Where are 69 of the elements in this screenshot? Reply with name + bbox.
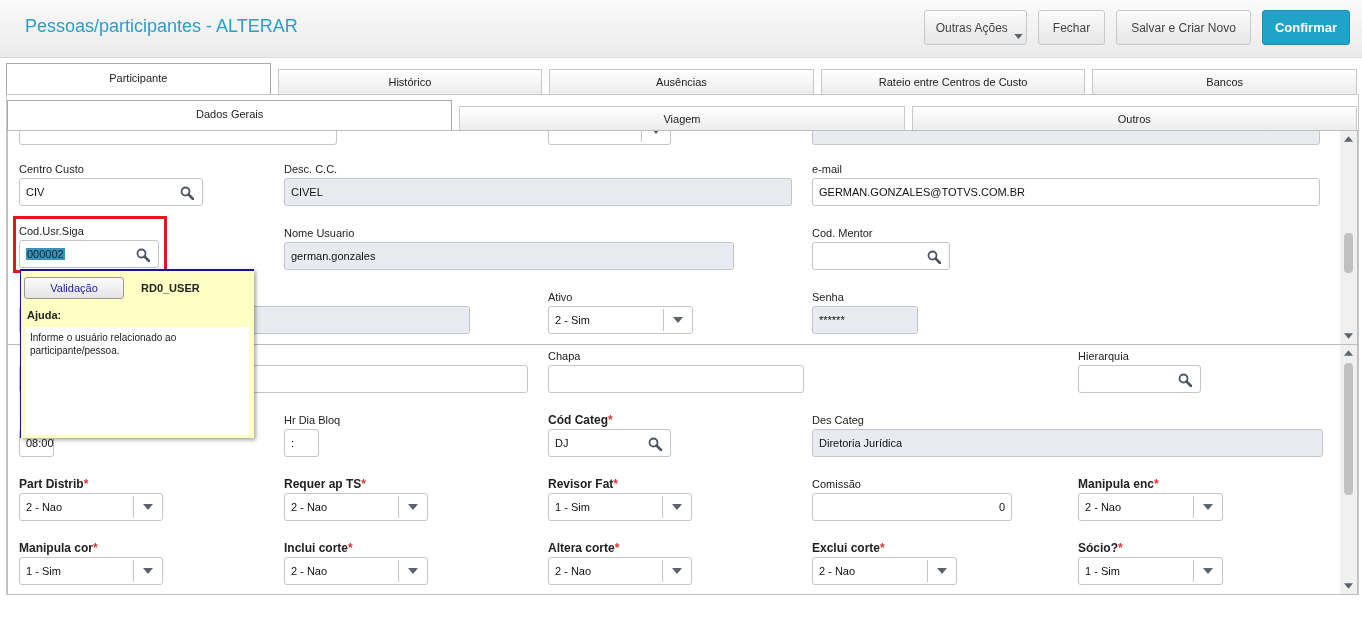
field-label: e-mail <box>812 163 842 175</box>
required-mark: * <box>1118 541 1123 555</box>
tab[interactable]: Outros <box>911 106 1357 130</box>
field-label: Requer ap TS <box>284 477 362 491</box>
required-mark: * <box>880 541 885 555</box>
field-label: Altera corte <box>548 541 615 555</box>
dropdown[interactable]: 2 - Nao <box>548 557 692 585</box>
required-mark: * <box>614 541 620 555</box>
field-label: Inclui corte <box>284 541 348 555</box>
field-code: RD0_USER <box>141 282 200 294</box>
tab[interactable]: Ausências <box>549 69 814 94</box>
action-button[interactable]: Salvar e Criar Novo <box>1116 10 1251 45</box>
field-label: Cod. Mentor <box>812 227 873 239</box>
field-label: Sócio? <box>1078 541 1118 555</box>
required-mark: * <box>361 477 367 491</box>
field-label: Hr Dia Bloq <box>284 414 341 426</box>
input-field[interactable]: : <box>284 429 319 457</box>
window-title: Pessoas/participantes - ALTERAR <box>25 16 298 37</box>
help-heading: Ajuda: <box>27 309 63 321</box>
field-label: Manipula enc <box>1078 477 1154 491</box>
dropdown[interactable]: 1 - Sim <box>19 557 163 585</box>
tab[interactable]: Viagem <box>459 106 905 130</box>
field-label: Centro Custo <box>19 163 84 175</box>
lookup-field[interactable]: 000002 <box>19 240 159 268</box>
tab[interactable]: Dados Gerais <box>7 100 453 130</box>
required-mark: * <box>613 477 619 491</box>
dropdown[interactable]: 2 - Nao <box>284 557 428 585</box>
dropdown[interactable]: 2 - Nao <box>812 557 957 585</box>
tab[interactable]: Bancos <box>1092 69 1357 94</box>
field-label: Chapa <box>548 350 581 362</box>
field-label: Part Distrib <box>19 477 84 491</box>
field-label: Desc. C.C. <box>284 163 338 175</box>
required-mark: * <box>608 413 613 427</box>
required-mark: * <box>83 477 89 491</box>
readonly-field: ****** <box>812 306 918 334</box>
input-field[interactable]: GERMAN.GONZALES@TOTVS.COM.BR <box>812 178 1320 206</box>
dropdown[interactable]: 1 - Sim <box>548 493 692 521</box>
required-mark: * <box>1154 477 1159 491</box>
tab[interactable]: Rateio entre Centros de Custo <box>820 69 1086 94</box>
readonly-field: Diretoria Jurídica <box>812 429 1323 457</box>
dropdown[interactable]: 2 - Nao <box>19 493 163 521</box>
action-button[interactable]: Fechar <box>1037 10 1106 45</box>
dropdown[interactable]: 2 - Nao <box>1078 493 1223 521</box>
lookup-field[interactable]: DJ <box>548 429 671 457</box>
field-label: Manipula cor <box>19 541 93 555</box>
field-label: Revisor Fat <box>548 477 614 491</box>
number-field[interactable]: 0 <box>812 493 1012 521</box>
dropdown[interactable]: 1 - Sim <box>1078 557 1223 585</box>
readonly-field: CIVEL <box>284 178 792 206</box>
field-label: Ativo <box>548 291 573 303</box>
lookup-field[interactable]: CIV <box>19 178 203 206</box>
field-label: Senha <box>812 291 844 303</box>
readonly-field: german.gonzales <box>284 242 734 270</box>
dropdown[interactable]: 2 - Nao <box>284 493 428 521</box>
field-label: Exclui corte <box>812 541 881 555</box>
help-text: Informe o usuário relacionado ao participante/pessoa. <box>30 332 177 356</box>
tab[interactable]: Participante <box>6 63 271 94</box>
required-mark: * <box>93 541 98 555</box>
field-label: Comissão <box>812 478 861 490</box>
field-label: Nome Usuario <box>284 227 355 239</box>
menu-button[interactable]: Outras Ações <box>923 10 1027 45</box>
required-mark: * <box>348 541 353 555</box>
field-label: Cod.Usr.Siga <box>19 225 84 237</box>
field-label: Des Categ <box>812 414 864 426</box>
validation-button[interactable]: Validação <box>24 277 124 299</box>
tab[interactable]: Histórico <box>277 69 543 94</box>
dropdown[interactable]: 2 - Sim <box>548 306 693 334</box>
field-label: Hierarquia <box>1078 350 1129 362</box>
field-label: Cód Categ <box>548 413 608 427</box>
